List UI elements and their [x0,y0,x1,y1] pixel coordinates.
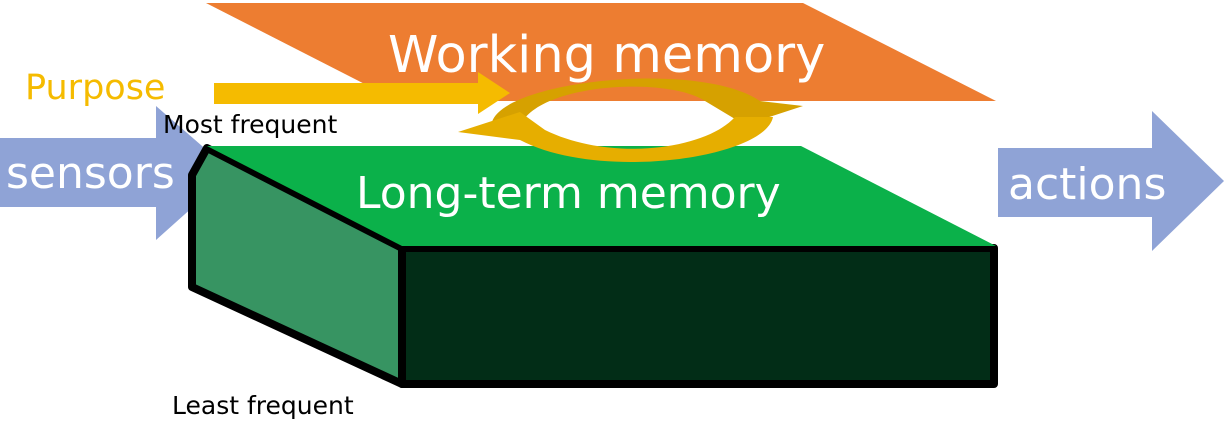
long-term-memory-front [398,244,998,388]
sensors-label: sensors [6,148,175,199]
actions-label: actions [1008,159,1167,210]
least-frequent-label: Least frequent [172,391,354,420]
most-frequent-label: Most frequent [163,110,338,139]
memory-diagram: Working memory Long-term memory sensors … [0,0,1226,425]
purpose-label: Purpose [25,68,166,108]
working-memory-label: Working memory [388,26,826,85]
long-term-memory-label: Long-term memory [356,168,781,219]
